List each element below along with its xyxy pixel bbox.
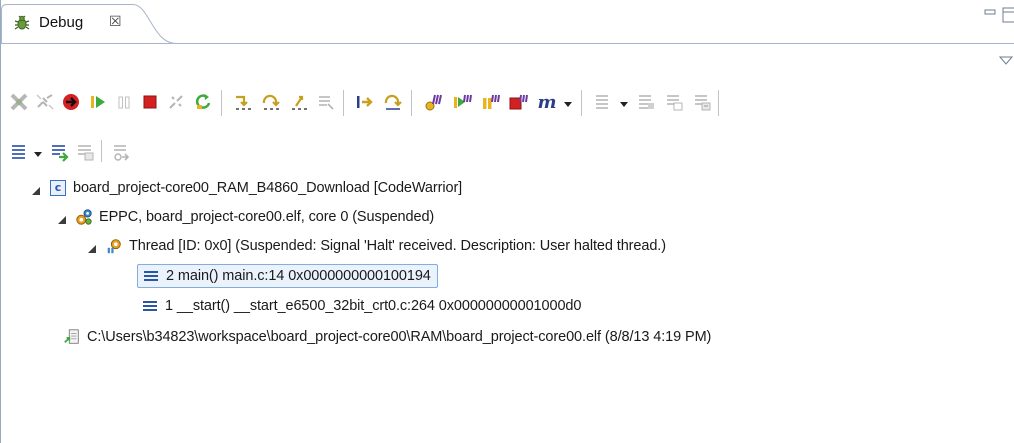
launch-config-glyph: c [50,180,66,196]
window-controls [975,4,1014,24]
multicore-resume-icon[interactable] [450,90,474,114]
stack-frame-icon [141,297,159,315]
tree-item-label: C:\Users\b34823\workspace\board_project-… [87,329,712,345]
multicore-m-glyph: m [537,91,557,113]
executable-file-icon [63,328,81,346]
toolbar-separator [101,140,102,162]
multicore-suspend-icon[interactable] [478,90,502,114]
tab-label: Debug [39,14,84,31]
multicore-m-icon[interactable]: m [534,90,560,114]
connect-icon[interactable] [33,90,57,114]
move-icon[interactable] [47,140,71,164]
suspend-icon[interactable] [112,90,136,114]
stack-frame-row[interactable]: 1 __start() __start_e6500_32bit_crt0.c:2… [141,294,581,318]
terminate-icon[interactable] [138,90,162,114]
bug-icon [13,14,31,32]
expand-triangle-icon[interactable] [87,241,97,253]
toolbar-separator [411,90,412,116]
tree-item-binary[interactable]: C:\Users\b34823\workspace\board_project-… [63,325,711,349]
disassembly-icon[interactable] [662,90,686,114]
process-gears-icon [75,208,93,226]
maximize-icon[interactable] [1002,7,1014,23]
toolbar-separator [343,90,344,116]
debug-toolbar: m [1,82,1014,122]
step-into-icon[interactable] [231,90,255,114]
remove-all-terminated-icon[interactable] [7,90,31,114]
tree-item-launch[interactable]: c board_project-core00_RAM_B4860_Downloa… [31,176,462,200]
copy-stack-icon[interactable] [73,140,97,164]
close-icon[interactable]: ☒ [109,13,122,30]
dropdown-arrow-icon[interactable] [563,96,573,107]
toolbar-separator [221,90,222,116]
tree-item-thread[interactable]: Thread [ID: 0x0] (Suspended: Signal 'Hal… [87,234,666,258]
instruction-stepping-icon[interactable] [352,90,376,114]
step-over-icon[interactable] [259,90,283,114]
expand-triangle-icon[interactable] [31,183,41,195]
step-return-icon[interactable] [287,90,311,114]
tree-item-label: 1 __start() __start_e6500_32bit_crt0.c:2… [165,298,582,314]
minimize-icon[interactable] [984,9,996,15]
tree-item-label: EPPC, board_project-core00.elf, core 0 (… [99,209,435,225]
tree-item-process[interactable]: EPPC, board_project-core00.elf, core 0 (… [57,205,434,229]
debug-view: Debug ☒ m c board_project-core00_RAM_B48… [0,0,1014,443]
restart-icon[interactable] [191,90,215,114]
stack-frame-row[interactable]: 2 main() main.c:14 0x0000000000100194 [137,264,438,288]
launch-config-icon: c [49,179,67,197]
multicore-terminate-icon[interactable] [506,90,530,114]
memory-icon[interactable] [690,90,714,114]
collapse-all-icon[interactable] [591,90,615,114]
tab-debug[interactable]: Debug ☒ [1,4,177,44]
thread-suspended-icon [105,237,123,255]
view-tab-bar: Debug ☒ [1,0,1014,44]
filter-icon[interactable] [109,140,133,164]
toolbar-separator [581,90,582,116]
view-menu-row [1,44,1014,82]
tree-item-label: board_project-core00_RAM_B4860_Download … [73,180,463,196]
expand-triangle-icon[interactable] [57,212,67,224]
tree-item-label: Thread [ID: 0x0] (Suspended: Signal 'Hal… [129,238,666,254]
layout-icon[interactable] [7,140,31,164]
dropdown-arrow-icon[interactable] [619,96,629,107]
debug-tree: c board_project-core00_RAM_B4860_Downloa… [1,172,1014,443]
tree-item-label: 2 main() main.c:14 0x0000000000100194 [166,268,431,284]
dropdown-arrow-icon[interactable] [33,146,43,157]
disconnect-icon[interactable] [164,90,188,114]
stack-frame-icon [142,267,160,285]
view-menu-icon[interactable] [998,52,1014,65]
drop-to-frame-icon[interactable] [314,90,338,114]
toolbar-separator [718,90,719,116]
debug-toolbar-secondary [1,132,1014,172]
selected-stack-frame[interactable]: 2 main() main.c:14 0x0000000000100194 [137,264,438,288]
multicore-group-icon[interactable] [422,90,446,114]
use-step-filters-icon[interactable] [381,90,405,114]
source-lookup-icon[interactable] [634,90,658,114]
resume-icon[interactable] [86,90,110,114]
debug-step-into-icon[interactable] [59,90,83,114]
